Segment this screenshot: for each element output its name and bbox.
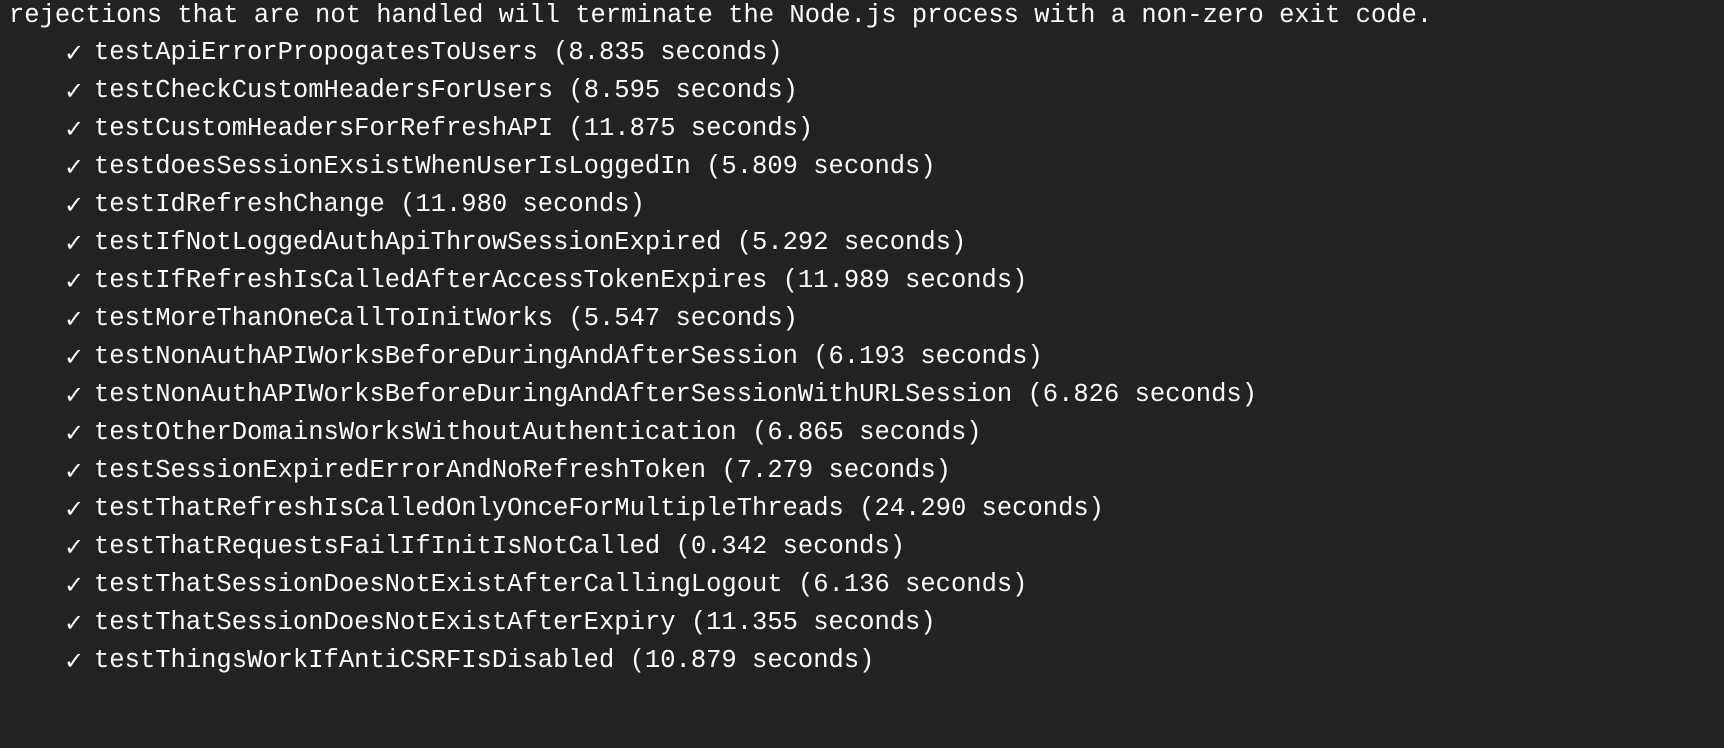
checkmark-icon: ✓ bbox=[64, 267, 85, 295]
test-name: testCheckCustomHeadersForUsers bbox=[94, 76, 554, 105]
test-duration: (11.355 seconds) bbox=[690, 608, 936, 637]
test-duration: (11.989 seconds) bbox=[782, 266, 1028, 295]
checkmark-icon: ✓ bbox=[64, 115, 85, 143]
checkmark-icon: ✓ bbox=[64, 153, 85, 181]
test-duration: (8.595 seconds) bbox=[568, 76, 798, 105]
test-result-row: ✓ testSessionExpiredErrorAndNoRefreshToke… bbox=[0, 455, 1724, 493]
test-result-row: ✓ testCustomHeadersForRefreshAPI (11.875 … bbox=[0, 113, 1724, 151]
test-duration: (8.835 seconds) bbox=[553, 38, 783, 67]
test-name: testNonAuthAPIWorksBeforeDuringAndAfterS… bbox=[94, 380, 1013, 409]
terminal-output: rejections that are not handled will ter… bbox=[0, 0, 1724, 748]
test-name: testApiErrorPropogatesToUsers bbox=[94, 38, 538, 67]
test-name: testThatRequestsFailIfInitIsNotCalled bbox=[94, 532, 661, 561]
test-duration: (5.809 seconds) bbox=[706, 152, 936, 181]
checkmark-icon: ✓ bbox=[64, 77, 85, 105]
test-result-row: ✓ testNonAuthAPIWorksBeforeDuringAndAfter… bbox=[0, 341, 1724, 379]
checkmark-icon: ✓ bbox=[64, 39, 85, 67]
test-result-row: ✓ testApiErrorPropogatesToUsers (8.835 se… bbox=[0, 37, 1724, 75]
test-result-row: ✓ testThingsWorkIfAntiCSRFIsDisabled (10.… bbox=[0, 645, 1724, 683]
test-result-row: ✓ testThatRefreshIsCalledOnlyOnceForMulti… bbox=[0, 493, 1724, 531]
test-name: testThatSessionDoesNotExistAfterCallingL… bbox=[94, 570, 783, 599]
test-name: testNonAuthAPIWorksBeforeDuringAndAfterS… bbox=[94, 342, 798, 371]
checkmark-icon: ✓ bbox=[64, 229, 85, 257]
checkmark-icon: ✓ bbox=[64, 343, 85, 371]
test-name: testOtherDomainsWorksWithoutAuthenticati… bbox=[94, 418, 737, 447]
test-name: testSessionExpiredErrorAndNoRefreshToken bbox=[94, 456, 707, 485]
test-result-row: ✓ testOtherDomainsWorksWithoutAuthenticat… bbox=[0, 417, 1724, 455]
checkmark-icon: ✓ bbox=[64, 609, 85, 637]
test-result-row: ✓ testIfRefreshIsCalledAfterAccessTokenEx… bbox=[0, 265, 1724, 303]
test-name: testThatRefreshIsCalledOnlyOnceForMultip… bbox=[94, 494, 844, 523]
test-name: testThatSessionDoesNotExistAfterExpiry bbox=[94, 608, 676, 637]
checkmark-icon: ✓ bbox=[64, 457, 85, 485]
test-duration: (6.865 seconds) bbox=[752, 418, 982, 447]
test-duration: (6.193 seconds) bbox=[813, 342, 1043, 371]
test-duration: (6.826 seconds) bbox=[1027, 380, 1258, 409]
test-name: testIfNotLoggedAuthApiThrowSessionExpire… bbox=[94, 228, 722, 257]
test-name: testdoesSessionExsistWhenUserIsLoggedIn bbox=[94, 152, 691, 181]
test-result-row: ✓ testCheckCustomHeadersForUsers (8.595 s… bbox=[0, 75, 1724, 113]
checkmark-icon: ✓ bbox=[64, 305, 85, 333]
test-results-list: ✓ testApiErrorPropogatesToUsers (8.835 se… bbox=[0, 37, 1724, 683]
test-result-row: ✓ testdoesSessionExsistWhenUserIsLoggedIn… bbox=[0, 151, 1724, 189]
test-name: testCustomHeadersForRefreshAPI bbox=[94, 114, 554, 143]
test-duration: (0.342 seconds) bbox=[675, 532, 906, 561]
test-result-row: ✓ testMoreThanOneCallToInitWorks (5.547 s… bbox=[0, 303, 1724, 341]
test-result-row: ✓ testNonAuthAPIWorksBeforeDuringAndAfter… bbox=[0, 379, 1724, 417]
checkmark-icon: ✓ bbox=[64, 191, 85, 219]
test-duration: (6.136 seconds) bbox=[797, 570, 1028, 599]
test-name: testMoreThanOneCallToInitWorks bbox=[94, 304, 554, 333]
test-duration: (7.279 seconds) bbox=[721, 456, 951, 485]
test-result-row: ✓ testThatSessionDoesNotExistAfterExpiry … bbox=[0, 607, 1724, 645]
test-name: testIfRefreshIsCalledAfterAccessTokenExp… bbox=[94, 266, 768, 295]
test-duration: (11.980 seconds) bbox=[400, 190, 645, 219]
test-duration: (10.879 seconds) bbox=[629, 646, 875, 675]
checkmark-icon: ✓ bbox=[64, 571, 85, 599]
test-result-row: ✓ testIdRefreshChange (11.980 seconds) bbox=[0, 189, 1724, 227]
test-result-row: ✓ testIfNotLoggedAuthApiThrowSessionExpir… bbox=[0, 227, 1724, 265]
checkmark-icon: ✓ bbox=[64, 533, 85, 561]
test-duration: (5.547 seconds) bbox=[568, 304, 798, 333]
test-name: testIdRefreshChange bbox=[94, 190, 385, 219]
test-result-row: ✓ testThatRequestsFailIfInitIsNotCalled (… bbox=[0, 531, 1724, 569]
test-duration: (11.875 seconds) bbox=[568, 114, 814, 143]
test-duration: (5.292 seconds) bbox=[736, 228, 967, 257]
test-result-row: ✓ testThatSessionDoesNotExistAfterCalling… bbox=[0, 569, 1724, 607]
checkmark-icon: ✓ bbox=[64, 647, 85, 675]
test-duration: (24.290 seconds) bbox=[859, 494, 1104, 523]
test-name: testThingsWorkIfAntiCSRFIsDisabled bbox=[94, 646, 615, 675]
checkmark-icon: ✓ bbox=[64, 495, 85, 523]
checkmark-icon: ✓ bbox=[64, 381, 85, 409]
checkmark-icon: ✓ bbox=[64, 419, 85, 447]
warning-message-line: rejections that are not handled will ter… bbox=[9, 1, 1433, 30]
